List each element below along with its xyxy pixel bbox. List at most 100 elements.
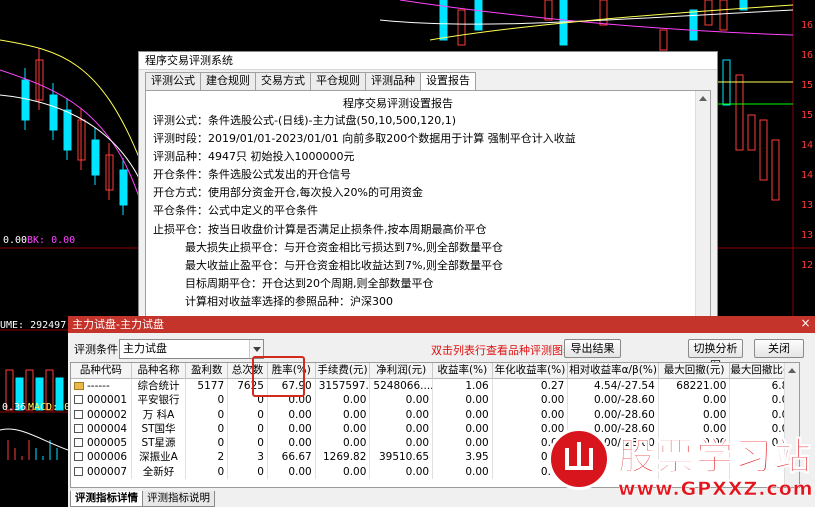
total-cell: 3 xyxy=(228,450,268,465)
report-scrollbar[interactable] xyxy=(695,91,710,320)
main-window-title: 主力试盘-主力试盘 × xyxy=(68,316,815,333)
bottom-tabs: 评测指标详情 评测指标说明 xyxy=(70,491,215,507)
price-tick: 15 xyxy=(800,110,813,121)
tab-trade-method[interactable]: 交易方式 xyxy=(255,72,311,90)
report-line: 评测公式：条件选股公式-(日线)-主力试盘(50,10,500,120,1) xyxy=(153,114,457,127)
code-text: 000006 xyxy=(87,451,128,464)
price-tick: 16 xyxy=(800,20,813,31)
column-header[interactable]: 年化收益率(%) xyxy=(493,363,569,379)
tab-open-rules[interactable]: 建仓规则 xyxy=(200,72,256,90)
ma-line xyxy=(399,0,794,36)
annual-cell: 0.27 xyxy=(493,379,569,394)
total-cell: 0 xyxy=(228,436,268,451)
scroll-up-icon[interactable] xyxy=(788,368,796,373)
column-header[interactable]: 品种代码 xyxy=(71,363,132,379)
price-tick: 14 xyxy=(800,170,813,181)
tab-formula[interactable]: 评测公式 xyxy=(145,72,201,90)
double-click-hint: 双击列表行查看品种评测图表 xyxy=(431,344,574,357)
report-line: 开仓条件：条件选股公式发出的开仓信号 xyxy=(153,168,351,182)
switch-chart-button[interactable]: 切换分析图 xyxy=(688,339,743,372)
column-header[interactable]: 最大回撤(元) xyxy=(659,363,731,379)
watermark-url: www.GPXXZ.com xyxy=(618,478,814,501)
rel-cell: 0.00/-28.60 xyxy=(568,393,659,408)
rate-cell: 0.00 xyxy=(268,436,316,451)
profit-cell: 39510.65 xyxy=(370,450,434,465)
checkbox-icon[interactable] xyxy=(74,452,83,462)
total-cell: 0 xyxy=(228,464,268,480)
code-cell: 000007 xyxy=(71,464,132,480)
report-tabs: 评测公式 建仓规则 交易方式 平仓规则 评测品种 设置报告 xyxy=(145,72,476,91)
column-header[interactable]: 盈利数 xyxy=(186,363,229,379)
win-cell: 5177 xyxy=(186,379,229,394)
checkbox-icon[interactable] xyxy=(74,466,83,476)
table-row[interactable]: 000001 平安银行 0 0 0.00 0.00 0.00 0.00 0.00 0.00/-28… xyxy=(71,393,799,408)
profit-cell: 0.00 xyxy=(370,393,434,408)
checkbox-icon[interactable] xyxy=(74,438,83,448)
name-cell: 平安银行 xyxy=(132,393,187,408)
ret-cell: 0.00 xyxy=(433,464,493,480)
code-cell: 000002 xyxy=(71,407,132,422)
report-line: 计算相对收益率选择的参照品种：沪深300 xyxy=(185,294,393,308)
ma-line xyxy=(429,4,794,41)
checkbox-icon[interactable] xyxy=(74,423,83,433)
profit-cell: 0.00 xyxy=(370,464,434,480)
profit-cell: 0.00 xyxy=(370,421,434,437)
table-header: 品种代码 品种名称 盈利数 总次数 胜率(%) 手续费(元) 净利润(元) 收益率(%) 年化收… xyxy=(71,363,799,379)
tab-metric-details[interactable]: 评测指标详情 xyxy=(70,491,143,507)
name-cell: ST星源 xyxy=(132,436,187,451)
tab-close-rules[interactable]: 平仓规则 xyxy=(310,72,366,90)
report-body[interactable]: 程序交易评测设置报告 评测公式：条件选股公式-(日线)-主力试盘(50,10,5… xyxy=(145,90,711,320)
code-text: 000005 xyxy=(87,437,128,450)
candle-body xyxy=(659,29,668,51)
report-window-title: 程序交易评测系统 xyxy=(139,52,717,70)
code-text: 000004 xyxy=(87,422,128,435)
code-cell: 000005 xyxy=(71,436,132,451)
column-header[interactable]: 净利润(元) xyxy=(370,363,434,379)
profit-cell: 0.00 xyxy=(370,436,434,451)
candle-body xyxy=(599,0,608,26)
export-button[interactable]: 导出结果 xyxy=(564,339,621,358)
rate-cell: 0.00 xyxy=(268,407,316,422)
candle-body xyxy=(704,0,713,26)
report-line: 开仓方式：使用部分资金开仓,每次投入20%的可用资金 xyxy=(153,186,423,200)
column-header[interactable]: 收益率(%) xyxy=(433,363,493,379)
tab-metric-explanation[interactable]: 评测指标说明 xyxy=(142,491,215,507)
close-icon[interactable]: × xyxy=(799,317,812,331)
tab-settings-report[interactable]: 设置报告 xyxy=(420,72,476,91)
price-tick: 15 xyxy=(800,80,813,91)
rate-cell: 66.67 xyxy=(268,450,316,465)
report-line: 平仓条件：公式中定义的平仓条件 xyxy=(153,204,318,218)
checkbox-icon[interactable] xyxy=(74,409,83,419)
ret-cell: 3.95 xyxy=(433,450,493,465)
column-header[interactable]: 手续费(元) xyxy=(316,363,371,379)
candle-body xyxy=(544,0,553,21)
candle-body xyxy=(747,114,756,151)
condition-select[interactable]: 主力试盘 xyxy=(119,339,264,359)
indicator-bk: BK: 0.00 xyxy=(27,235,76,246)
report-line: 最大损失止损平仓：与开仓资金相比亏损达到7%,则全部数量平仓 xyxy=(185,240,503,254)
checkbox-icon[interactable] xyxy=(74,395,83,405)
column-header[interactable]: 品种名称 xyxy=(132,363,187,379)
fee-cell: 0.00 xyxy=(316,421,371,437)
win-rate-highlight xyxy=(252,356,305,397)
ret-cell: 0.00 xyxy=(433,421,493,437)
scroll-up-icon[interactable] xyxy=(699,96,707,101)
win-cell: 0 xyxy=(186,421,229,437)
column-header[interactable]: 相对收益率α/β(%) xyxy=(568,363,659,379)
table-row[interactable]: ------综合统计5177762567.903157597....524806… xyxy=(71,379,799,394)
ret-cell: 0.00 xyxy=(433,393,493,408)
profit-cell: 5248066.... xyxy=(370,379,434,394)
fee-cell: 0.00 xyxy=(316,436,371,451)
code-cell: 000006 xyxy=(71,450,132,465)
win-cell: 0 xyxy=(186,464,229,480)
close-button[interactable]: 关闭 xyxy=(754,339,804,358)
win-cell: 0 xyxy=(186,407,229,422)
fee-cell: 0.00 xyxy=(316,407,371,422)
code-text: ------ xyxy=(87,380,110,392)
win-cell: 0 xyxy=(186,393,229,408)
price-tick: 14 xyxy=(800,140,813,151)
tab-instruments[interactable]: 评测品种 xyxy=(365,72,421,90)
price-tick: 13 xyxy=(800,230,813,241)
code-cell: 000004 xyxy=(71,421,132,437)
indicator-value: 0.00 xyxy=(3,235,28,246)
